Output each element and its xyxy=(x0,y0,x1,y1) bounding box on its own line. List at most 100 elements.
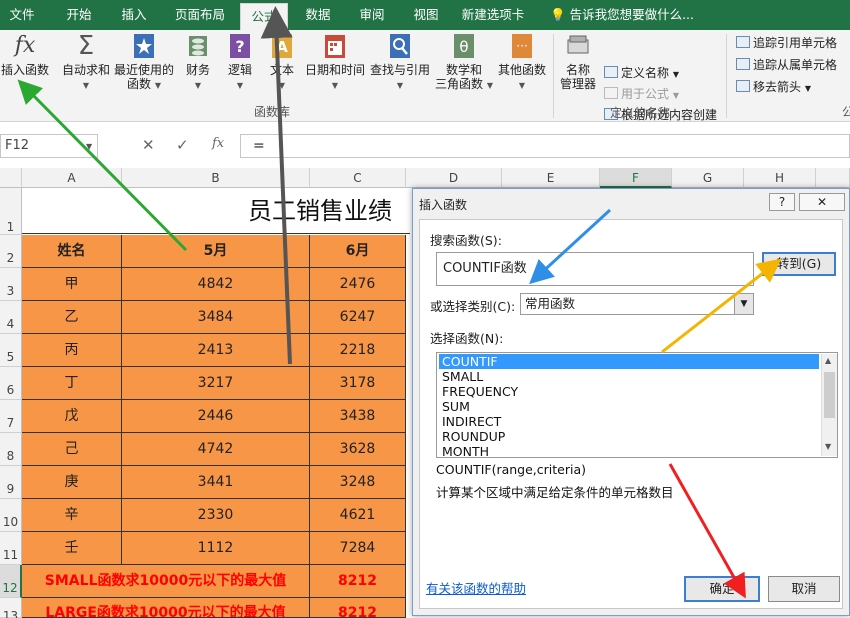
recent-functions-button[interactable]: 最近使用的 函数 ▼ xyxy=(113,32,175,93)
function-item-frequency[interactable]: FREQUENCY xyxy=(439,384,819,399)
tab-page-layout[interactable]: 页面布局 xyxy=(166,0,234,30)
scroll-up-icon[interactable]: ▲ xyxy=(825,356,831,365)
sheet-title-cell[interactable]: 员工销售业绩 xyxy=(22,188,410,234)
cell-may[interactable]: 3484 xyxy=(122,301,310,334)
cell-may[interactable]: 2446 xyxy=(122,400,310,433)
column-header-d[interactable]: D xyxy=(406,168,502,188)
large-label-cell[interactable]: LARGE函数求10000元以下的最大值 xyxy=(22,598,310,618)
remove-arrows-button[interactable]: 移去箭头 ▼ xyxy=(736,78,811,96)
function-item-roundup[interactable]: ROUNDUP xyxy=(439,429,819,444)
function-item-small[interactable]: SMALL xyxy=(439,369,819,384)
help-icon[interactable]: ? xyxy=(769,193,795,211)
insert-function-button[interactable]: fx 插入函数 xyxy=(0,32,50,77)
function-list[interactable]: COUNTIF SMALL FREQUENCY SUM INDIRECT ROU… xyxy=(436,352,838,459)
define-name-button[interactable]: 定义名称 ▼ xyxy=(604,64,679,82)
close-icon[interactable]: ✕ xyxy=(799,193,845,211)
row-header-8[interactable]: 8 xyxy=(0,433,22,466)
search-input[interactable]: COUNTIF函数 xyxy=(436,252,754,286)
small-value-cell[interactable]: 8212 xyxy=(310,565,406,598)
name-manager-button[interactable]: 名称 管理器 xyxy=(556,32,600,91)
enter-formula-icon[interactable]: ✓ xyxy=(176,136,189,154)
math-trig-button[interactable]: θ 数学和 三角函数 ▼ xyxy=(434,32,494,93)
use-in-formula-button[interactable]: 用于公式 ▼ xyxy=(604,85,679,103)
scroll-thumb[interactable] xyxy=(824,372,835,418)
header-cell-name[interactable]: 姓名 xyxy=(22,235,122,268)
cell-may[interactable]: 2330 xyxy=(122,499,310,532)
text-button[interactable]: A 文本 ▼ xyxy=(264,32,300,93)
cell-name[interactable]: 甲 xyxy=(22,268,122,301)
financial-button[interactable]: 财务 ▼ xyxy=(180,32,216,93)
cell-june[interactable]: 3438 xyxy=(310,400,406,433)
header-cell-june[interactable]: 6月 xyxy=(310,235,406,268)
scroll-down-icon[interactable]: ▼ xyxy=(825,442,831,451)
large-value-cell[interactable]: 8212 xyxy=(310,598,406,618)
cell-may[interactable]: 4842 xyxy=(122,268,310,301)
row-header-7[interactable]: 7 xyxy=(0,400,22,433)
cell-name[interactable]: 戊 xyxy=(22,400,122,433)
function-help-link[interactable]: 有关该函数的帮助 xyxy=(426,578,526,597)
category-select[interactable]: 常用函数 xyxy=(520,293,754,315)
cell-name[interactable]: 乙 xyxy=(22,301,122,334)
column-header-c[interactable]: C xyxy=(310,168,406,188)
cancel-formula-icon[interactable]: ✕ xyxy=(142,136,155,154)
column-header-i[interactable] xyxy=(816,168,850,188)
function-item-sum[interactable]: SUM xyxy=(439,399,819,414)
lookup-button[interactable]: 查找与引用 ▼ xyxy=(368,32,432,93)
cell-name[interactable]: 辛 xyxy=(22,499,122,532)
function-item-countif[interactable]: COUNTIF xyxy=(439,354,819,369)
row-header-10[interactable]: 10 xyxy=(0,499,22,532)
cell-may[interactable]: 1112 xyxy=(122,532,310,565)
column-header-a[interactable]: A xyxy=(22,168,122,188)
row-header-13[interactable]: 13 xyxy=(0,598,22,618)
tab-formulas[interactable]: 公式 xyxy=(240,3,288,30)
function-item-indirect[interactable]: INDIRECT xyxy=(439,414,819,429)
cell-name[interactable]: 丙 xyxy=(22,334,122,367)
cell-may[interactable]: 4742 xyxy=(122,433,310,466)
tab-insert[interactable]: 插入 xyxy=(112,0,156,30)
row-header-5[interactable]: 5 xyxy=(0,334,22,367)
cell-june[interactable]: 7284 xyxy=(310,532,406,565)
cell-june[interactable]: 6247 xyxy=(310,301,406,334)
row-header-6[interactable]: 6 xyxy=(0,367,22,400)
column-header-g[interactable]: G xyxy=(672,168,744,188)
cell-june[interactable]: 4621 xyxy=(310,499,406,532)
cell-name[interactable]: 己 xyxy=(22,433,122,466)
cell-name[interactable]: 丁 xyxy=(22,367,122,400)
column-header-h[interactable]: H xyxy=(744,168,816,188)
formula-input[interactable]: = xyxy=(240,134,850,158)
column-header-f[interactable]: F xyxy=(600,168,672,188)
function-list-scrollbar[interactable]: ▲ ▼ xyxy=(821,354,837,456)
header-cell-may[interactable]: 5月 xyxy=(122,235,310,268)
cell-name[interactable]: 庚 xyxy=(22,466,122,499)
column-header-e[interactable]: E xyxy=(502,168,600,188)
column-header-b[interactable]: B xyxy=(122,168,310,188)
tab-new[interactable]: 新建选项卡 xyxy=(456,0,530,30)
small-label-cell[interactable]: SMALL函数求10000元以下的最大值 xyxy=(22,565,310,598)
tell-me-box[interactable]: 💡 告诉我您想要做什么... xyxy=(550,0,700,30)
cell-june[interactable]: 3628 xyxy=(310,433,406,466)
cell-june[interactable]: 2476 xyxy=(310,268,406,301)
cell-may[interactable]: 3441 xyxy=(122,466,310,499)
ok-button[interactable]: 确定 xyxy=(684,576,760,602)
row-header-9[interactable]: 9 xyxy=(0,466,22,499)
function-item-month[interactable]: MONTH xyxy=(439,444,819,459)
cell-may[interactable]: 2413 xyxy=(122,334,310,367)
cell-name[interactable]: 壬 xyxy=(22,532,122,565)
tab-home[interactable]: 开始 xyxy=(56,0,102,30)
cell-june[interactable]: 3248 xyxy=(310,466,406,499)
row-header-2[interactable]: 2 xyxy=(0,235,22,268)
select-all-corner[interactable] xyxy=(0,168,22,188)
more-functions-button[interactable]: ··· 其他函数 ▼ xyxy=(496,32,548,93)
chevron-down-icon[interactable]: ▼ xyxy=(86,142,92,151)
trace-precedents-button[interactable]: 追踪引用单元格 xyxy=(736,34,837,52)
chevron-down-icon[interactable]: ▼ xyxy=(734,293,754,315)
datetime-button[interactable]: 日期和时间 ▼ xyxy=(303,32,367,93)
trace-dependents-button[interactable]: 追踪从属单元格 xyxy=(736,56,837,74)
row-header-12[interactable]: 12 xyxy=(0,565,22,598)
go-button[interactable]: 转到(G) xyxy=(762,252,836,276)
tab-data[interactable]: 数据 xyxy=(296,0,340,30)
cancel-button[interactable]: 取消 xyxy=(768,576,840,602)
tab-review[interactable]: 审阅 xyxy=(350,0,394,30)
name-box[interactable]: F12 xyxy=(0,134,98,158)
row-header-4[interactable]: 4 xyxy=(0,301,22,334)
